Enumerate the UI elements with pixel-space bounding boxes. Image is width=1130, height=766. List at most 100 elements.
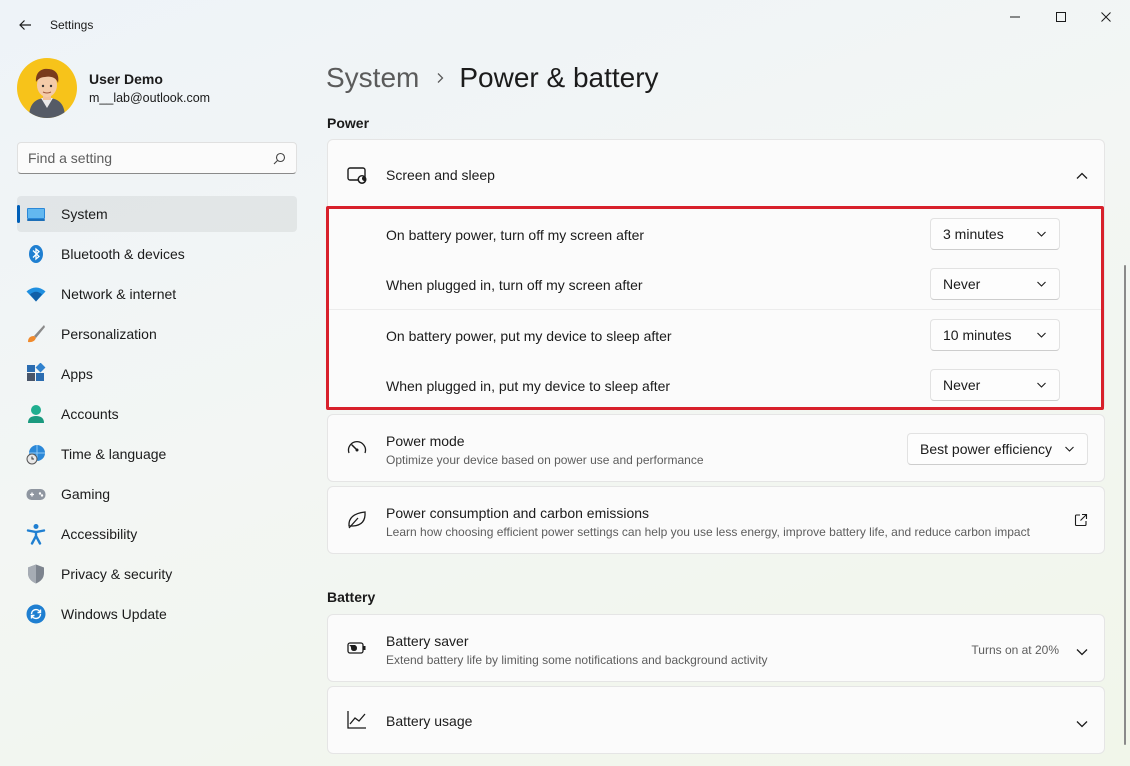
- brush-icon: [25, 323, 47, 345]
- power-mode-desc: Optimize your device based on power use …: [386, 453, 704, 467]
- screen-sleep-card: Screen and sleep On battery power, turn …: [327, 139, 1105, 410]
- leaf-icon: [346, 509, 368, 531]
- battery-saver-title: Battery saver: [386, 633, 469, 649]
- search-placeholder: Find a setting: [28, 150, 113, 166]
- battery-usage-card[interactable]: Battery usage: [327, 686, 1105, 754]
- section-title-battery: Battery: [327, 589, 376, 605]
- dropdown-value: Never: [943, 276, 981, 292]
- chevron-down-icon: [1037, 332, 1046, 338]
- close-button[interactable]: [1083, 0, 1129, 34]
- battery-saver-status: Turns on at 20%: [971, 643, 1059, 657]
- battery-sleep-dropdown[interactable]: 10 minutes: [930, 319, 1060, 351]
- shield-icon: [25, 563, 47, 585]
- sidebar-item-label: Accessibility: [61, 526, 138, 542]
- gamepad-icon: [25, 483, 47, 505]
- sidebar-item-accounts[interactable]: Accounts: [17, 396, 297, 432]
- screen-sleep-icon: [346, 164, 368, 186]
- setting-row: When plugged in, put my device to sleep …: [328, 360, 1104, 410]
- user-name: User Demo: [89, 71, 163, 87]
- minimize-button[interactable]: [992, 0, 1038, 34]
- chevron-down-icon: [1076, 644, 1088, 660]
- bluetooth-icon: [25, 243, 47, 265]
- person-icon: [25, 403, 47, 425]
- plugged-screen-off-dropdown[interactable]: Never: [930, 268, 1060, 300]
- breadcrumb: System Power & battery: [326, 58, 659, 98]
- setting-label: On battery power, turn off my screen aft…: [386, 227, 645, 243]
- power-mode-card: Power mode Optimize your device based on…: [327, 414, 1105, 482]
- sidebar-item-accessibility[interactable]: Accessibility: [17, 516, 297, 552]
- chevron-down-icon: [1037, 382, 1046, 388]
- search-input[interactable]: Find a setting: [17, 142, 297, 174]
- back-arrow-icon: [19, 20, 31, 30]
- setting-label: When plugged in, turn off my screen afte…: [386, 277, 643, 293]
- sidebar-item-network[interactable]: Network & internet: [17, 276, 297, 312]
- power-consumption-link[interactable]: Power consumption and carbon emissions L…: [327, 486, 1105, 554]
- sidebar-item-label: Windows Update: [61, 606, 167, 622]
- setting-row: On battery power, turn off my screen aft…: [328, 209, 1104, 259]
- plugged-sleep-dropdown[interactable]: Never: [930, 369, 1060, 401]
- title-bar: Settings: [0, 0, 1130, 50]
- sidebar-item-label: Time & language: [61, 446, 167, 462]
- wifi-icon: [25, 283, 47, 305]
- scrollbar[interactable]: [1124, 265, 1126, 745]
- battery-usage-title: Battery usage: [386, 713, 473, 729]
- globe-clock-icon: [25, 443, 47, 465]
- search-icon: [273, 152, 286, 164]
- sidebar-item-personalization[interactable]: Personalization: [17, 316, 297, 352]
- screen-sleep-title: Screen and sleep: [386, 167, 495, 183]
- gauge-icon: [346, 437, 368, 459]
- sidebar-item-label: Bluetooth & devices: [61, 246, 185, 262]
- sidebar-item-label: Network & internet: [61, 286, 177, 302]
- battery-saver-desc: Extend battery life by limiting some not…: [386, 653, 768, 667]
- battery-saver-icon: [346, 637, 368, 659]
- power-mode-title: Power mode: [386, 433, 465, 449]
- maximize-icon: [1056, 12, 1066, 22]
- close-icon: [1101, 12, 1111, 22]
- section-title-power: Power: [327, 115, 370, 131]
- battery-screen-off-dropdown[interactable]: 3 minutes: [930, 218, 1060, 250]
- sidebar-nav: System Bluetooth & devices Network & int…: [17, 196, 297, 636]
- setting-label: When plugged in, put my device to sleep …: [386, 378, 671, 394]
- dropdown-value: Never: [943, 377, 981, 393]
- accessibility-icon: [25, 523, 47, 545]
- dropdown-value: Best power efficiency: [920, 441, 1053, 457]
- sidebar-item-label: Privacy & security: [61, 566, 173, 582]
- sidebar-item-label: Apps: [61, 366, 93, 382]
- dropdown-value: 3 minutes: [943, 226, 1004, 242]
- sidebar-item-label: Gaming: [61, 486, 111, 502]
- maximize-button[interactable]: [1038, 0, 1084, 34]
- user-profile[interactable]: User Demo m__lab@outlook.com: [17, 58, 210, 118]
- avatar: [17, 58, 77, 118]
- user-email: m__lab@outlook.com: [89, 91, 211, 105]
- chevron-up-icon[interactable]: [1076, 168, 1088, 184]
- page-title: Power & battery: [459, 62, 659, 93]
- sidebar-item-time-language[interactable]: Time & language: [17, 436, 297, 472]
- sidebar-item-label: Personalization: [61, 326, 157, 342]
- chevron-down-icon: [1037, 281, 1046, 287]
- power-consumption-title: Power consumption and carbon emissions: [386, 505, 650, 521]
- power-consumption-desc: Learn how choosing efficient power setti…: [386, 525, 1030, 539]
- dropdown-value: 10 minutes: [943, 327, 1012, 343]
- sidebar-item-windows-update[interactable]: Windows Update: [17, 596, 297, 632]
- sidebar-item-privacy[interactable]: Privacy & security: [17, 556, 297, 592]
- update-icon: [25, 603, 47, 625]
- power-mode-dropdown[interactable]: Best power efficiency: [907, 433, 1088, 465]
- breadcrumb-parent[interactable]: System: [326, 62, 419, 94]
- app-title: Settings: [50, 18, 94, 32]
- apps-icon: [25, 363, 47, 385]
- chevron-down-icon: [1065, 446, 1074, 452]
- screen-sleep-header[interactable]: Screen and sleep: [328, 140, 1104, 208]
- battery-saver-card[interactable]: Battery saver Extend battery life by lim…: [327, 614, 1105, 682]
- sidebar-item-gaming[interactable]: Gaming: [17, 476, 297, 512]
- sidebar-item-apps[interactable]: Apps: [17, 356, 297, 392]
- setting-row: On battery power, put my device to sleep…: [328, 310, 1104, 360]
- chevron-down-icon: [1076, 716, 1088, 732]
- sidebar-item-bluetooth[interactable]: Bluetooth & devices: [17, 236, 297, 272]
- sidebar-item-system[interactable]: System: [17, 196, 297, 232]
- chevron-down-icon: [1037, 231, 1046, 237]
- back-button[interactable]: [12, 12, 38, 38]
- sidebar-item-label: Accounts: [61, 406, 119, 422]
- sidebar-item-label: System: [61, 206, 108, 222]
- chevron-right-icon: [435, 72, 445, 84]
- minimize-icon: [1010, 16, 1020, 18]
